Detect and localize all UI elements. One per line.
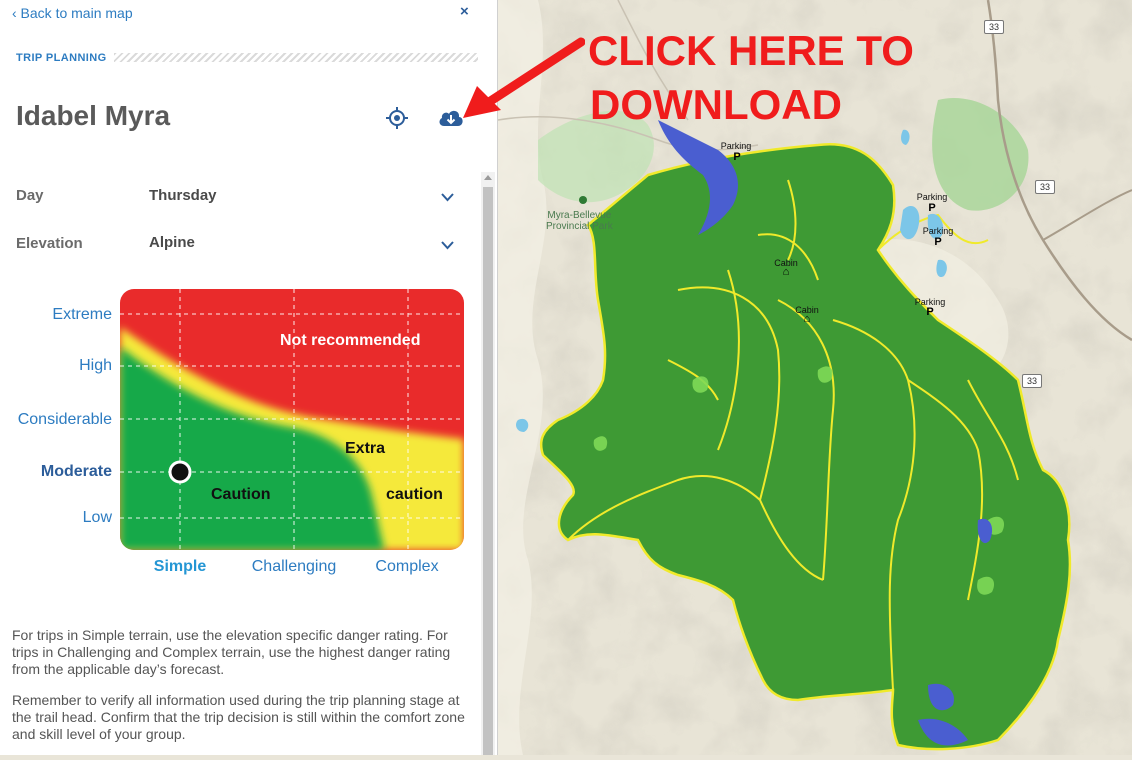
elevation-label: Elevation — [16, 235, 83, 252]
elevation-value: Alpine — [149, 234, 195, 251]
day-label: Day — [16, 187, 44, 204]
zone-label-caution: Caution — [211, 486, 271, 503]
callout-line2: DOWNLOAD — [590, 81, 842, 128]
selected-rating-marker — [168, 460, 192, 484]
highway-shield: 33 — [1035, 180, 1055, 194]
info-paragraph-terrain: For trips in Simple terrain, use the ele… — [12, 627, 451, 677]
parking-icon[interactable]: P — [928, 202, 935, 214]
callout-line1: CLICK HERE TO — [588, 27, 914, 74]
cabin-icon[interactable]: ⌂ — [783, 266, 790, 278]
danger-level-high: High — [79, 357, 112, 374]
danger-level-extreme: Extreme — [52, 306, 112, 323]
trip-planning-panel: ‹ Back to main map × TRIP PLANNING Idabe… — [0, 0, 498, 755]
day-value: Thursday — [149, 187, 217, 204]
park-label-line1: Myra-Bellevue — [547, 210, 612, 221]
terrain-challenging: Challenging — [251, 558, 337, 575]
tree-icon — [579, 196, 587, 204]
zone-label-not-recommended: Not recommended — [280, 332, 421, 349]
terrain-complex: Complex — [375, 558, 439, 575]
chevron-down-icon[interactable] — [441, 237, 454, 255]
zone-label-extra-caution: caution — [386, 486, 443, 503]
crosshair-icon[interactable] — [386, 107, 408, 129]
close-button[interactable]: × — [460, 3, 469, 20]
parking-icon[interactable]: P — [733, 151, 740, 163]
chevron-down-icon[interactable] — [441, 189, 454, 207]
back-to-main-map-link[interactable]: ‹ Back to main map — [12, 5, 133, 21]
parking-label: Parking — [922, 226, 954, 236]
parking-icon[interactable]: P — [926, 306, 933, 318]
page-title: Idabel Myra — [16, 100, 171, 131]
zone-label-extra: Extra — [345, 440, 386, 457]
terrain-simple: Simple — [153, 558, 207, 575]
park-label: Myra-Bellevue Provincial Park — [546, 210, 613, 232]
section-divider — [114, 53, 478, 62]
parking-label: Parking — [916, 192, 948, 202]
download-callout: CLICK HERE TO DOWNLOAD — [588, 24, 914, 132]
scroll-up-arrow[interactable] — [484, 175, 492, 180]
danger-level-low: Low — [82, 509, 112, 526]
trip-planning-zone-chart — [120, 289, 464, 550]
parking-icon[interactable]: P — [934, 236, 941, 248]
red-arrow-icon — [463, 37, 585, 118]
cabin-icon[interactable]: ⌂ — [804, 313, 811, 325]
highway-shield: 33 — [1022, 374, 1042, 388]
danger-level-moderate: Moderate — [40, 463, 112, 480]
parking-label: Parking — [720, 141, 752, 151]
panel-scrollbar[interactable] — [481, 172, 495, 755]
day-select[interactable]: Thursday — [140, 182, 460, 208]
section-label: TRIP PLANNING — [16, 52, 107, 64]
danger-level-considerable: Considerable — [17, 411, 112, 428]
highway-shield: 33 — [984, 20, 1004, 34]
scroll-thumb[interactable] — [483, 187, 493, 755]
info-paragraph-verify: Remember to verify all information used … — [12, 692, 465, 742]
park-label-line2: Provincial Park — [546, 221, 613, 232]
elevation-select[interactable]: Alpine — [140, 229, 460, 255]
